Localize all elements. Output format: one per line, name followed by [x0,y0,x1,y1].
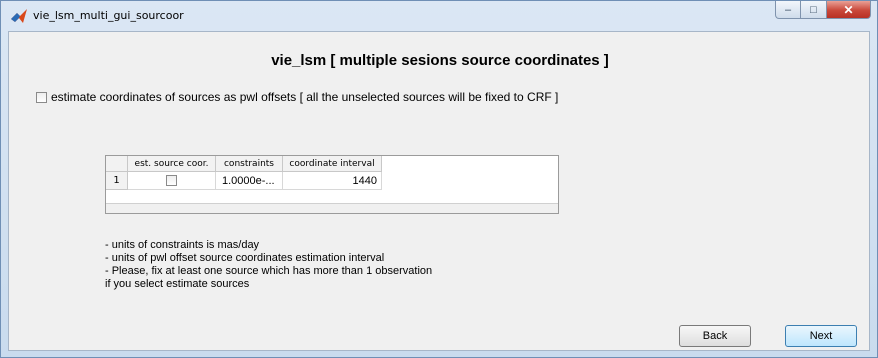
column-header-coordinate-interval[interactable]: coordinate interval [283,156,382,172]
note-line: - units of pwl offset source coordinates… [105,252,385,264]
next-button[interactable]: Next [785,325,857,347]
estimate-coordinates-checkbox[interactable] [36,91,47,103]
estimate-coordinates-label: estimate coordinates of sources as pwl o… [51,90,559,104]
matlab-app-icon [11,9,27,23]
window-title: vie_lsm_multi_gui_sourcoor [33,9,184,22]
maximize-icon: □ [810,3,817,16]
est-source-coor-checkbox[interactable] [166,175,177,186]
window-controls: – □ ✕ [775,1,871,21]
table-cell-constraints[interactable]: 1.0000e-... [216,172,283,190]
dialog-body: vie_lsm [ multiple sesions source coordi… [8,31,870,351]
table-corner [106,156,128,172]
maximize-button[interactable]: □ [801,1,827,19]
page-title: vie_lsm [ multiple sesions source coordi… [271,52,609,69]
application-window: vie_lsm_multi_gui_sourcoor – □ ✕ vie_lsm… [0,0,878,358]
table-cell-est-source-coor[interactable] [128,172,216,190]
note-line: - Please, fix at least one source which … [105,265,433,277]
column-header-est-source-coor[interactable]: est. source coor. [128,156,216,172]
close-icon: ✕ [843,2,854,17]
title-bar[interactable]: vie_lsm_multi_gui_sourcoor – □ ✕ [1,1,877,31]
minimize-button[interactable]: – [775,1,801,19]
row-header: 1 [106,172,128,190]
source-coordinates-table[interactable]: est. source coor. constraints coordinate… [105,155,559,214]
estimate-coordinates-option[interactable]: estimate coordinates of sources as pwl o… [36,90,558,104]
close-button[interactable]: ✕ [827,1,871,19]
back-button[interactable]: Back [679,325,751,347]
minimize-icon: – [784,3,792,16]
note-line: if you select estimate sources [105,278,250,290]
notes-block: - units of constraints is mas/day - unit… [105,239,432,291]
note-line: - units of constraints is mas/day [105,239,260,251]
column-header-constraints[interactable]: constraints [216,156,283,172]
horizontal-scrollbar[interactable] [106,203,558,213]
table-cell-coordinate-interval[interactable]: 1440 [283,172,382,190]
